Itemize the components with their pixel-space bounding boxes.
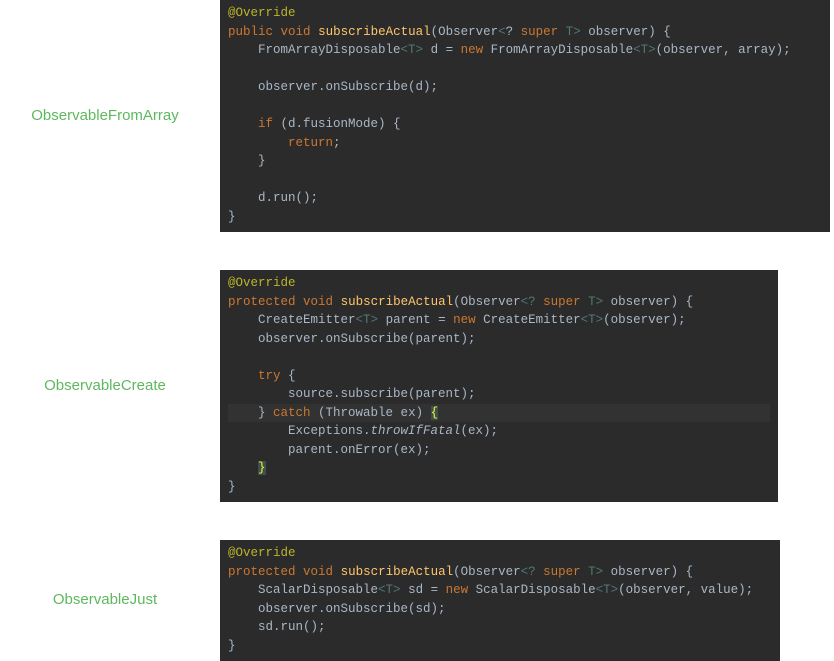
try-brace: { xyxy=(281,369,296,383)
stmt-onerror: parent.onError(ex); xyxy=(288,443,431,457)
param-rest: observer) { xyxy=(603,565,693,579)
kw-new: new xyxy=(453,313,476,327)
if-cond: (d.fusionMode) { xyxy=(273,117,401,131)
code-col-just: @Override protected void subscribeActual… xyxy=(220,540,834,661)
catch-param: (Throwable ex) xyxy=(311,406,431,420)
kw-void: void xyxy=(303,565,333,579)
ctor-args: (observer); xyxy=(603,313,686,327)
var-decl: parent = xyxy=(378,313,453,327)
kw-catch: catch xyxy=(273,406,311,420)
stmt-onsubscribe: observer.onSubscribe(d); xyxy=(258,80,438,94)
generic: <? xyxy=(521,295,544,309)
ctor-args: (observer, value); xyxy=(618,583,753,597)
highlighted-line: } catch (Throwable ex) { xyxy=(228,404,770,423)
stmt-subscribe: source.subscribe(parent); xyxy=(288,387,476,401)
kw-try: try xyxy=(258,369,281,383)
label-observable-from-array: ObservableFromArray xyxy=(0,106,220,126)
local-type: ScalarDisposable xyxy=(258,583,378,597)
generic2: T> xyxy=(581,295,604,309)
method-name: subscribeActual xyxy=(318,25,431,39)
param-type: Observer xyxy=(461,565,521,579)
code-block-just: @Override protected void subscribeActual… xyxy=(220,540,780,661)
section-observable-from-array: ObservableFromArray @Override public voi… xyxy=(0,0,834,232)
kw-super: super xyxy=(521,25,559,39)
method-close: } xyxy=(228,480,236,494)
generic: <T> xyxy=(356,313,379,327)
static-method: throwIfFatal xyxy=(371,424,461,438)
label-observable-create: ObservableCreate xyxy=(0,376,220,396)
ctor-args: (observer, array); xyxy=(656,43,791,57)
kw-void: void xyxy=(281,25,311,39)
matched-brace-open: { xyxy=(431,406,439,420)
param-rest: observer) { xyxy=(581,25,671,39)
code-col-create: @Override protected void subscribeActual… xyxy=(220,270,834,502)
kw-new: new xyxy=(461,43,484,57)
ctor-name: CreateEmitter xyxy=(476,313,581,327)
close-brace: } xyxy=(258,154,266,168)
code-block-create: @Override protected void subscribeActual… xyxy=(220,270,778,502)
kw-super: super xyxy=(543,295,581,309)
kw-protected: protected xyxy=(228,565,296,579)
call-args: (ex); xyxy=(461,424,499,438)
generic-open: < xyxy=(498,25,506,39)
annotation-override: @Override xyxy=(228,546,296,560)
semi: ; xyxy=(333,136,341,150)
method-name: subscribeActual xyxy=(341,295,454,309)
label-observable-just: ObservableJust xyxy=(0,590,220,610)
annotation-override: @Override xyxy=(228,276,296,290)
stmt-onsubscribe: observer.onSubscribe(sd); xyxy=(258,602,446,616)
stmt-run: sd.run(); xyxy=(258,620,326,634)
var-decl: d = xyxy=(423,43,461,57)
local-type: CreateEmitter xyxy=(258,313,356,327)
kw-if: if xyxy=(258,117,273,131)
generic: <T> xyxy=(378,583,401,597)
stmt-onsubscribe: observer.onSubscribe(parent); xyxy=(258,332,476,346)
wildcard: ? xyxy=(506,25,514,39)
method-name: subscribeActual xyxy=(341,565,454,579)
param-rest: observer) { xyxy=(603,295,693,309)
generic2: <T> xyxy=(581,313,604,327)
annotation-override: @Override xyxy=(228,6,296,20)
section-observable-just: ObservableJust @Override protected void … xyxy=(0,540,834,661)
local-type: FromArrayDisposable xyxy=(258,43,401,57)
method-close: } xyxy=(228,210,236,224)
matched-brace-close: } xyxy=(258,461,266,475)
param-type: Observer xyxy=(461,295,521,309)
call-exceptions: Exceptions. xyxy=(288,424,371,438)
generic-close: > xyxy=(573,25,581,39)
ctor-name: FromArrayDisposable xyxy=(483,43,633,57)
kw-void: void xyxy=(303,295,333,309)
section-observable-create: ObservableCreate @Override protected voi… xyxy=(0,270,834,502)
kw-super: super xyxy=(543,565,581,579)
generic: <T> xyxy=(401,43,424,57)
param-type: Observer xyxy=(438,25,498,39)
generic2: T> xyxy=(581,565,604,579)
kw-public: public xyxy=(228,25,273,39)
code-block-from-array: @Override public void subscribeActual(Ob… xyxy=(220,0,830,232)
generic: <? xyxy=(521,565,544,579)
close-try: } xyxy=(258,406,273,420)
stmt-run: d.run(); xyxy=(258,191,318,205)
kw-new: new xyxy=(446,583,469,597)
method-close: } xyxy=(228,639,236,653)
kw-protected: protected xyxy=(228,295,296,309)
generic2: <T> xyxy=(633,43,656,57)
kw-return: return xyxy=(288,136,333,150)
var-decl: sd = xyxy=(401,583,446,597)
ctor-name: ScalarDisposable xyxy=(468,583,596,597)
code-col-from-array: @Override public void subscribeActual(Ob… xyxy=(220,0,834,232)
generic2: <T> xyxy=(596,583,619,597)
